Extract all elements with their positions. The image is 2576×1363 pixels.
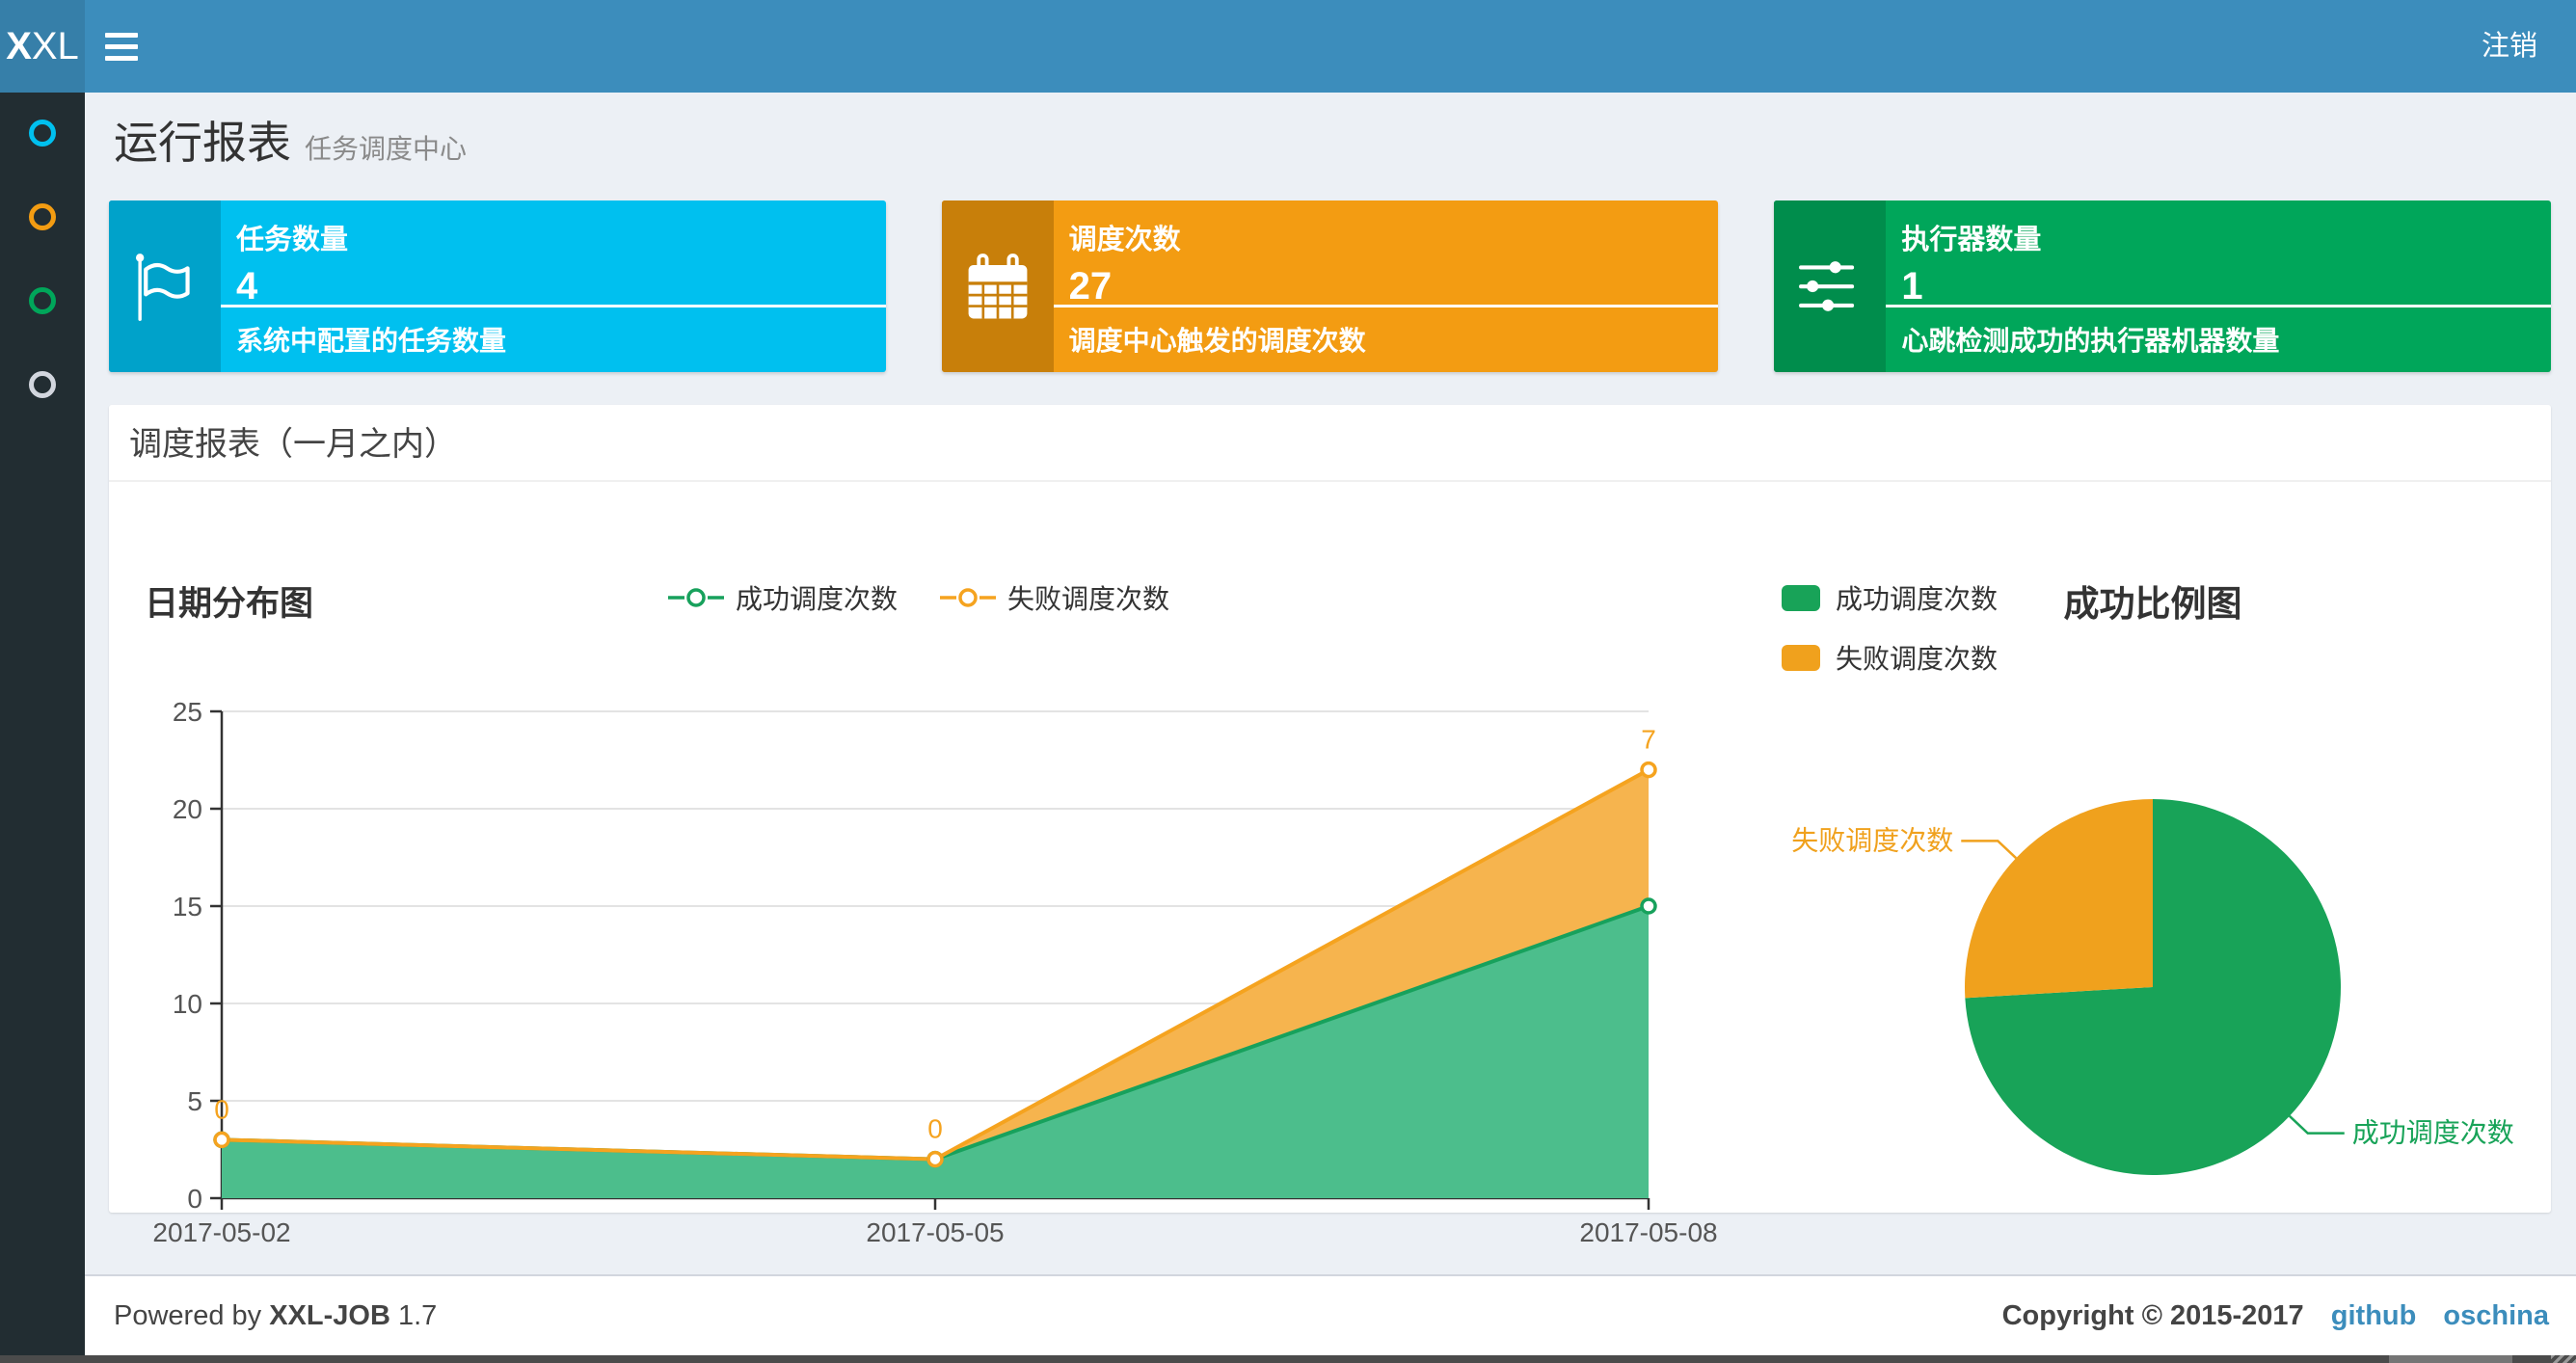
stat-description: 系统中配置的任务数量	[236, 326, 507, 356]
page-subtitle: 任务调度中心	[305, 134, 468, 164]
stacked-area-chart: 05101520252017-05-02 2017-05-05 2017-05-08…	[152, 697, 1717, 1247]
sliders-icon	[1774, 200, 1887, 372]
stat-value: 4	[236, 265, 258, 307]
legend-swatch-icon	[1782, 584, 1820, 611]
page-title: 运行报表	[114, 118, 291, 168]
top-navbar: X XL 注销	[0, 0, 2576, 93]
stat-value: 1	[1901, 265, 1923, 307]
circle-o-icon	[29, 287, 56, 314]
svg-text:20: 20	[173, 794, 202, 824]
window-bottom-edge	[0, 1355, 2576, 1363]
circle-o-icon	[29, 203, 56, 230]
svg-text:2017-05-05: 2017-05-05	[866, 1217, 1004, 1247]
app-window: X XL 注销 运行报表 任务调度中心 任务数量 4 系统中配置的任务数量 调度…	[0, 0, 2576, 1363]
pie-chart-title: 成功比例图	[2063, 584, 2242, 624]
stat-label: 任务数量	[236, 225, 349, 255]
sidebar-item-1[interactable]	[0, 120, 85, 203]
footer-copyright: Copyright © 2015-2017 github oschina	[2001, 1299, 2549, 1331]
svg-text:15: 15	[173, 892, 202, 922]
stat-label: 调度次数	[1068, 225, 1181, 255]
scrollbar-thumb[interactable]	[2389, 1355, 2512, 1363]
stat-card-executors: 执行器数量 1 心跳检测成功的执行器机器数量	[1774, 200, 2552, 372]
mini-sidebar	[0, 93, 85, 1355]
hamburger-icon	[105, 32, 138, 38]
resize-grip-icon	[2551, 1355, 2576, 1363]
footer-powered-by: Powered by XXL-JOB 1.7	[114, 1299, 438, 1331]
stat-card-triggers: 调度次数 27 调度中心触发的调度次数	[941, 200, 1719, 372]
page-header: 运行报表 任务调度中心	[114, 108, 467, 172]
circle-o-icon	[29, 120, 56, 147]
pie-chart: 成功调度次数 失败调度次数	[1791, 799, 2514, 1175]
svg-text:5: 5	[187, 1086, 202, 1116]
svg-text:失败调度次数: 失败调度次数	[1791, 825, 1953, 855]
calendar-icon	[941, 200, 1054, 372]
svg-text:0: 0	[927, 1114, 943, 1144]
svg-text:0: 0	[214, 1094, 229, 1124]
brand-logo-rest: XL	[31, 24, 79, 67]
report-panel-title: 调度报表（一月之内）	[109, 405, 2551, 482]
stat-description: 调度中心触发的调度次数	[1068, 326, 1366, 356]
legend-item-success[interactable]: 成功调度次数	[1782, 578, 1998, 617]
svg-text:7: 7	[1641, 725, 1656, 755]
stat-value: 27	[1068, 265, 1113, 307]
page-footer: Powered by XXL-JOB 1.7 Copyright © 2015-…	[85, 1274, 2576, 1355]
stat-card-jobs: 任务数量 4 系统中配置的任务数量	[109, 200, 886, 372]
logout-link[interactable]: 注销	[2472, 0, 2547, 93]
stat-description: 心跳检测成功的执行器机器数量	[1901, 326, 2280, 356]
oschina-link[interactable]: oschina	[2443, 1300, 2549, 1331]
report-panel: 调度报表（一月之内） 日期分布图 成功调度次数 失败调度次数 0 5 10 15 20 2…	[109, 405, 2551, 1247]
sidebar-item-3[interactable]	[0, 287, 85, 371]
svg-text:10: 10	[173, 989, 202, 1019]
brand-logo-bold: X	[6, 24, 32, 67]
circle-o-icon	[29, 371, 56, 398]
svg-text:成功调度次数: 成功调度次数	[2352, 1118, 2514, 1148]
sidebar-item-4[interactable]	[0, 371, 85, 455]
flag-icon	[109, 200, 221, 372]
svg-text:2017-05-02: 2017-05-02	[152, 1217, 290, 1247]
svg-text:25: 25	[173, 697, 202, 727]
stat-cards-row: 任务数量 4 系统中配置的任务数量 调度次数 27 调度中心触发的调度次数 执行	[109, 200, 2552, 372]
stat-label: 执行器数量	[1901, 225, 2042, 255]
sidebar-item-2[interactable]	[0, 203, 85, 287]
brand-logo[interactable]: X XL	[0, 0, 85, 93]
sidebar-toggle-button[interactable]	[85, 0, 158, 93]
github-link[interactable]: github	[2331, 1300, 2417, 1331]
svg-text:0: 0	[187, 1184, 202, 1214]
svg-text:2017-05-08: 2017-05-08	[1579, 1217, 1717, 1247]
